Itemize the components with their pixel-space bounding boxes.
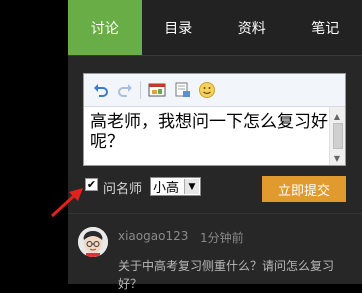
toolbar-separator bbox=[140, 81, 141, 99]
scroll-thumb[interactable] bbox=[333, 123, 343, 149]
undo-icon[interactable] bbox=[91, 80, 111, 100]
question-editor[interactable]: 高老师，我想问一下怎么复习好呢？ ▲ ▼ bbox=[83, 73, 346, 166]
comment-timestamp: 1分钟前 bbox=[200, 229, 244, 246]
tab-divider bbox=[68, 55, 362, 56]
image-icon[interactable] bbox=[147, 80, 167, 100]
submit-button[interactable]: 立即提交 bbox=[262, 176, 346, 202]
scroll-up-arrow-icon[interactable]: ▲ bbox=[332, 113, 342, 121]
teacher-select[interactable]: 小高 ▼ bbox=[150, 177, 201, 196]
ask-teacher-label: 问名师 bbox=[103, 178, 142, 197]
tab-discussion[interactable]: 讨论 bbox=[68, 0, 142, 55]
comment-text: 关于中高考复习侧重什么？请问怎么复习好？ bbox=[118, 257, 344, 293]
question-input[interactable]: 高老师，我想问一下怎么复习好呢？ bbox=[90, 112, 328, 162]
teacher-select-value: 小高 bbox=[153, 177, 179, 196]
tab-materials[interactable]: 资料 bbox=[215, 0, 289, 55]
scroll-down-arrow-icon[interactable]: ▼ bbox=[332, 155, 342, 163]
red-arrow-icon bbox=[50, 180, 86, 220]
avatar[interactable] bbox=[78, 227, 108, 257]
tab-notes[interactable]: 笔记 bbox=[289, 0, 362, 55]
editor-scrollbar[interactable]: ▲ ▼ bbox=[329, 107, 345, 165]
redo-icon[interactable] bbox=[115, 80, 135, 100]
left-black-area bbox=[0, 0, 68, 284]
chevron-down-icon[interactable]: ▼ bbox=[184, 179, 199, 194]
tab-bar: 讨论 目录 资料 笔记 bbox=[68, 0, 362, 55]
attachment-icon[interactable] bbox=[173, 80, 193, 100]
tab-catalog[interactable]: 目录 bbox=[142, 0, 216, 55]
ask-teacher-checkbox[interactable]: ✔ bbox=[85, 178, 98, 191]
comment-username[interactable]: xiaogao123 bbox=[118, 229, 188, 243]
emoji-icon[interactable] bbox=[197, 80, 217, 100]
section-divider bbox=[68, 213, 362, 214]
editor-toolbar bbox=[84, 74, 345, 107]
